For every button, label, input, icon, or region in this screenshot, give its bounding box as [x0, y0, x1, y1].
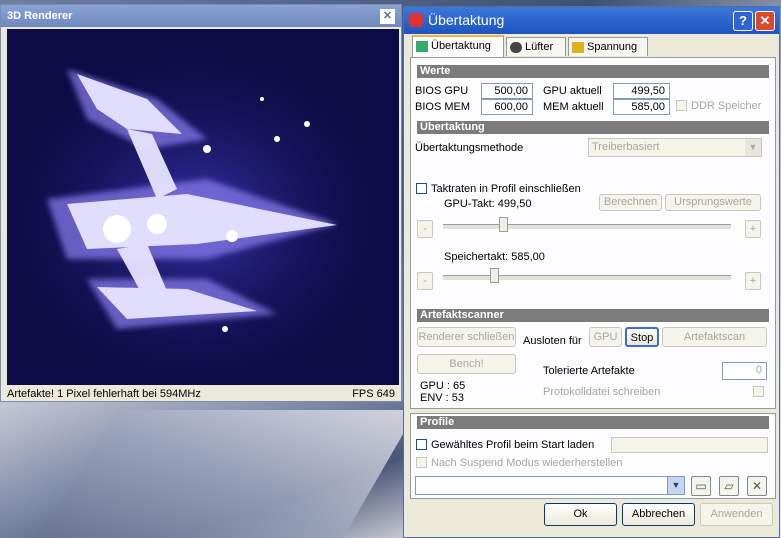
speichertakt-minus-button[interactable]: -: [417, 272, 433, 290]
method-select[interactable]: Treiberbasiert ▼: [588, 138, 762, 157]
abbrechen-button[interactable]: Abbrechen: [622, 503, 695, 526]
gpu-aktuell-label: GPU aktuell: [543, 85, 602, 97]
gpu-takt-label: GPU-Takt: 499,50: [444, 198, 532, 210]
profile-panel: Profile Gewähltes Profil beim Start lade…: [410, 413, 776, 499]
tab-luefter[interactable]: Lüfter: [506, 37, 566, 56]
chevron-down-icon: ▼: [745, 139, 761, 156]
tab-label: Übertaktung: [431, 40, 491, 52]
section-uebertaktung: Übertaktung: [417, 121, 769, 134]
suspend-checkbox[interactable]: [416, 457, 427, 468]
save-icon[interactable]: ▭: [691, 476, 711, 496]
renderer-statusbar: Artefakte! 1 Pixel fehlerhaft bei 594MHz…: [7, 387, 399, 401]
tab-uebertaktung[interactable]: Übertaktung: [412, 35, 504, 57]
gpu-aktuell-value: 499,50: [613, 83, 670, 99]
stop-button[interactable]: Stop: [625, 327, 659, 347]
bios-gpu-label: BIOS GPU: [415, 85, 469, 97]
tab-spannung[interactable]: Spannung: [568, 37, 648, 56]
tolerierte-value: 0: [755, 364, 762, 376]
bios-gpu-value: 500,00: [481, 83, 533, 99]
protokoll-label: Protokolldatei schreiben: [543, 386, 661, 398]
renderer-title: 3D Renderer: [7, 10, 73, 22]
speichertakt-plus-button[interactable]: +: [745, 272, 761, 290]
env-temperature: ENV : 53: [420, 392, 465, 404]
tab-label: Spannung: [587, 41, 638, 53]
voltage-icon: [572, 42, 584, 53]
gpu-takt-slider-track[interactable]: [443, 224, 731, 230]
speichertakt-label: Speichertakt: 585,00: [444, 251, 545, 263]
method-label: Übertaktungsmethode: [415, 142, 524, 154]
mem-aktuell-label: MEM aktuell: [543, 101, 604, 113]
method-value: Treiberbasiert: [592, 141, 660, 153]
ddr-label: DDR Speicher: [691, 100, 762, 112]
renderer-titlebar[interactable]: 3D Renderer ✕: [1, 5, 401, 27]
window-title: Übertaktung: [428, 12, 505, 28]
speichertakt-slider-track[interactable]: [443, 275, 731, 281]
rendered-spaceship-image: [7, 29, 399, 385]
tab-label: Lüfter: [525, 41, 554, 53]
gpu-takt-plus-button[interactable]: +: [745, 220, 761, 238]
section-profile: Profile: [417, 416, 769, 429]
delete-icon[interactable]: ✕: [747, 476, 767, 496]
start-profile-checkbox[interactable]: [416, 439, 427, 450]
include-profile-checkbox[interactable]: [416, 183, 427, 194]
protokoll-checkbox[interactable]: [753, 386, 764, 397]
anwenden-button[interactable]: Anwenden: [700, 503, 773, 526]
start-profile-label: Gewähltes Profil beim Start laden: [431, 439, 595, 451]
overclock-titlebar[interactable]: Übertaktung ? ✕: [404, 7, 779, 34]
chevron-down-icon: ▼: [667, 477, 684, 494]
bench-button[interactable]: Bench!: [417, 354, 516, 374]
ausloten-label: Ausloten für: [523, 335, 582, 347]
mem-aktuell-value: 585,00: [613, 99, 670, 115]
bios-mem-label: BIOS MEM: [415, 101, 471, 113]
fan-icon: [510, 42, 522, 53]
artifact-status: Artefakte! 1 Pixel fehlerhaft bei 594MHz: [7, 388, 201, 400]
renderer-close-button[interactable]: Renderer schließen: [417, 327, 516, 347]
berechnen-button[interactable]: Berechnen: [599, 194, 662, 211]
folder-open-icon[interactable]: ▱: [719, 476, 739, 496]
uebertaktung-panel: Werte BIOS GPU 500,00 GPU aktuell 499,50…: [410, 57, 776, 409]
app-icon: [409, 13, 423, 27]
gpu-takt-slider-thumb[interactable]: [498, 217, 508, 232]
profile-select[interactable]: ▼: [415, 476, 685, 495]
artefaktscan-button[interactable]: Artefaktscan: [662, 327, 767, 347]
fps-counter: FPS 649: [352, 388, 395, 400]
profile-hotkey-field[interactable]: [611, 437, 768, 453]
close-icon[interactable]: ✕: [755, 11, 775, 31]
ddr-checkbox[interactable]: [676, 100, 687, 111]
speichertakt-slider-thumb[interactable]: [490, 268, 500, 283]
gpu-button[interactable]: GPU: [589, 327, 622, 347]
bios-mem-value: 600,00: [481, 99, 533, 115]
gpu-temperature: GPU : 65: [420, 380, 466, 392]
gpu-card-icon: [416, 41, 428, 52]
suspend-label: Nach Suspend Modus wiederherstellen: [431, 457, 623, 469]
section-werte: Werte: [417, 65, 769, 78]
render-canvas: [7, 29, 399, 385]
ursprungswerte-button[interactable]: Ursprungswerte: [665, 194, 761, 211]
tolerierte-input[interactable]: 0: [722, 362, 767, 380]
tolerierte-label: Tolerierte Artefakte: [543, 365, 635, 377]
gpu-takt-minus-button[interactable]: -: [417, 220, 433, 238]
close-icon[interactable]: ✕: [380, 9, 395, 24]
overclock-window: Übertaktung ? ✕ Übertaktung Lüfter Spann…: [403, 6, 780, 538]
include-profile-label: Taktraten in Profil einschließen: [431, 183, 581, 195]
help-icon[interactable]: ?: [733, 11, 753, 31]
renderer-window: 3D Renderer ✕ Artefakte! 1 Pixel fehlerh…: [0, 4, 402, 402]
section-artefaktscanner: Artefaktscanner: [417, 309, 769, 322]
ok-button[interactable]: Ok: [544, 503, 617, 526]
